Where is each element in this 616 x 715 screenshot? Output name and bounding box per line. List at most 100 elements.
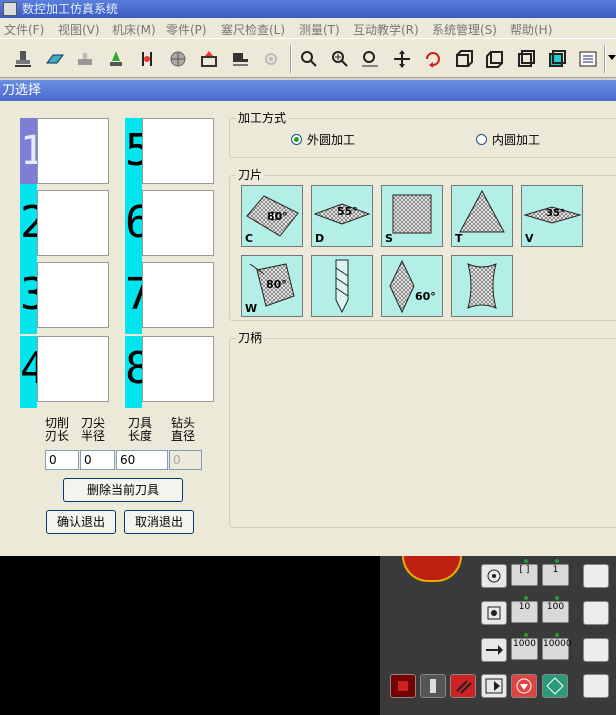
view-top-icon[interactable] — [514, 47, 538, 71]
insert-v-button[interactable]: 35° V — [521, 185, 583, 247]
slot-8-tab[interactable]: 8 — [125, 336, 152, 402]
rotate-icon[interactable] — [421, 47, 445, 71]
tip-radius-field[interactable]: 0 — [80, 450, 115, 470]
slot-5-tab[interactable]: 5 — [125, 118, 152, 184]
panel-key-1[interactable]: 1 — [542, 564, 569, 586]
panel-cycle-arrow-button[interactable] — [481, 674, 507, 698]
outer-turning-label[interactable]: 外圆加工 — [307, 131, 355, 148]
panel-key-1000[interactable]: 1000 — [511, 638, 538, 660]
list-icon[interactable] — [576, 47, 600, 71]
window-title-bar: 数控加工仿真系统 — [0, 0, 616, 18]
spindle-icon[interactable] — [259, 47, 283, 71]
panel-key-10000[interactable]: 10000 — [542, 638, 572, 660]
slot-5-box[interactable] — [142, 118, 214, 184]
workpiece-icon[interactable] — [228, 47, 252, 71]
menu-part[interactable]: 零件(P) — [166, 21, 207, 38]
drill-diameter-label: 钻头 直径 — [171, 416, 196, 443]
panel-blank-button[interactable] — [583, 601, 609, 625]
slot-8-box[interactable] — [142, 336, 214, 402]
panel-blank-button[interactable] — [583, 638, 609, 662]
menu-view[interactable]: 视图(V) — [58, 21, 100, 38]
panel-blank-button[interactable] — [583, 674, 609, 698]
cut-length-label: 切削 刃长 — [45, 416, 70, 443]
indicator-led — [555, 596, 559, 600]
slot-7-box[interactable] — [142, 262, 214, 328]
insert-title: 刀片 — [236, 168, 265, 182]
menu-file[interactable]: 文件(F) — [4, 21, 44, 38]
panel-ref-button[interactable] — [481, 564, 507, 588]
tool-length-field[interactable]: 60 — [116, 450, 168, 470]
zoom-icon[interactable] — [297, 47, 321, 71]
confirm-exit-button[interactable]: 确认退出 — [46, 510, 116, 534]
slot-1-tab[interactable]: 1 — [20, 118, 44, 184]
slot-gap — [20, 402, 37, 408]
menu-interactive-teach[interactable]: 互动教学(R) — [353, 21, 419, 38]
insert-s-code: S — [385, 232, 393, 245]
panel-up-button[interactable] — [542, 674, 568, 698]
panel-key-bracket[interactable]: [ ] — [511, 564, 538, 586]
zoom-fit-icon[interactable] — [358, 47, 382, 71]
zoom-in-icon[interactable] — [328, 47, 352, 71]
pan-icon[interactable] — [390, 47, 414, 71]
fixture-icon[interactable] — [73, 47, 97, 71]
menu-feeler-check[interactable]: 塞尺检查(L) — [221, 21, 285, 38]
tip-radius-label: 刀尖 半径 — [81, 416, 106, 443]
slot-6-tab[interactable]: 6 — [125, 190, 152, 256]
slot-7-tab[interactable]: 7 — [125, 262, 152, 328]
inner-turning-radio[interactable] — [476, 134, 487, 145]
slot-3-tab[interactable]: 3 — [20, 262, 47, 328]
slot-4-tab[interactable]: 4 — [20, 336, 47, 402]
panel-red-button[interactable] — [390, 674, 416, 698]
insert-w-button[interactable]: 80° W — [241, 255, 303, 317]
base-tool-icon[interactable] — [135, 47, 159, 71]
indicator-led — [555, 633, 559, 637]
panel-blank-button[interactable] — [583, 564, 609, 588]
slot-3-box[interactable] — [37, 262, 109, 328]
cut-length-field[interactable]: 0 — [45, 450, 79, 470]
menu-machine[interactable]: 机床(M) — [112, 21, 156, 38]
insert-s-button[interactable]: S — [381, 185, 443, 247]
panel-key-10[interactable]: 10 — [511, 601, 538, 623]
emergency-stop-button[interactable] — [402, 556, 462, 582]
slot-2-box[interactable] — [37, 190, 109, 256]
inner-turning-label[interactable]: 内圆加工 — [492, 131, 540, 148]
slot-6-box[interactable] — [142, 190, 214, 256]
menu-bar: 文件(F) 视图(V) 机床(M) 零件(P) 塞尺检查(L) 测量(T) 互动… — [0, 18, 616, 38]
insert-c-code: C — [245, 232, 254, 245]
slot-2-tab[interactable]: 2 — [20, 190, 47, 256]
panel-feed-hold-button[interactable] — [450, 674, 476, 698]
delete-tool-button[interactable]: 删除当前刀具 — [63, 478, 183, 502]
insert-60-button[interactable]: 60° — [381, 255, 443, 317]
view-iso-icon[interactable] — [483, 47, 507, 71]
menu-system-manage[interactable]: 系统管理(S) — [432, 21, 497, 38]
machine-select-icon[interactable] — [11, 47, 35, 71]
setup-icon[interactable] — [197, 47, 221, 71]
panel-jog-button[interactable] — [481, 601, 507, 625]
view-side-icon[interactable] — [545, 47, 569, 71]
sphere-icon[interactable] — [166, 47, 190, 71]
panel-down-button[interactable] — [511, 674, 537, 698]
insert-v-code: V — [525, 232, 534, 245]
panel-power-button[interactable] — [420, 674, 446, 698]
stock-icon[interactable] — [43, 47, 67, 71]
insert-c-button[interactable]: 80° C — [241, 185, 303, 247]
panel-arrow-button[interactable] — [481, 638, 507, 662]
menu-measure[interactable]: 测量(T) — [299, 21, 340, 38]
menu-help[interactable]: 帮助(H) — [510, 21, 552, 38]
insert-t-button[interactable]: T — [451, 185, 513, 247]
outer-turning-radio[interactable] — [291, 134, 302, 145]
machining-mode-title: 加工方式 — [236, 111, 289, 125]
insert-drill-button[interactable] — [311, 255, 373, 317]
tool-select-icon[interactable] — [104, 47, 128, 71]
insert-concave-button[interactable] — [451, 255, 513, 317]
cancel-exit-button[interactable]: 取消退出 — [124, 510, 194, 534]
view-front-icon[interactable] — [452, 47, 476, 71]
insert-w-angle: 80° — [266, 278, 287, 291]
insert-d-button[interactable]: 55° D — [311, 185, 373, 247]
more-arrow-icon[interactable] — [608, 55, 616, 60]
toolbar — [0, 38, 616, 78]
panel-key-100[interactable]: 100 — [542, 601, 569, 623]
slot-1-box[interactable] — [37, 118, 109, 184]
slot-4-box[interactable] — [37, 336, 109, 402]
window-title: 数控加工仿真系统 — [22, 2, 119, 16]
